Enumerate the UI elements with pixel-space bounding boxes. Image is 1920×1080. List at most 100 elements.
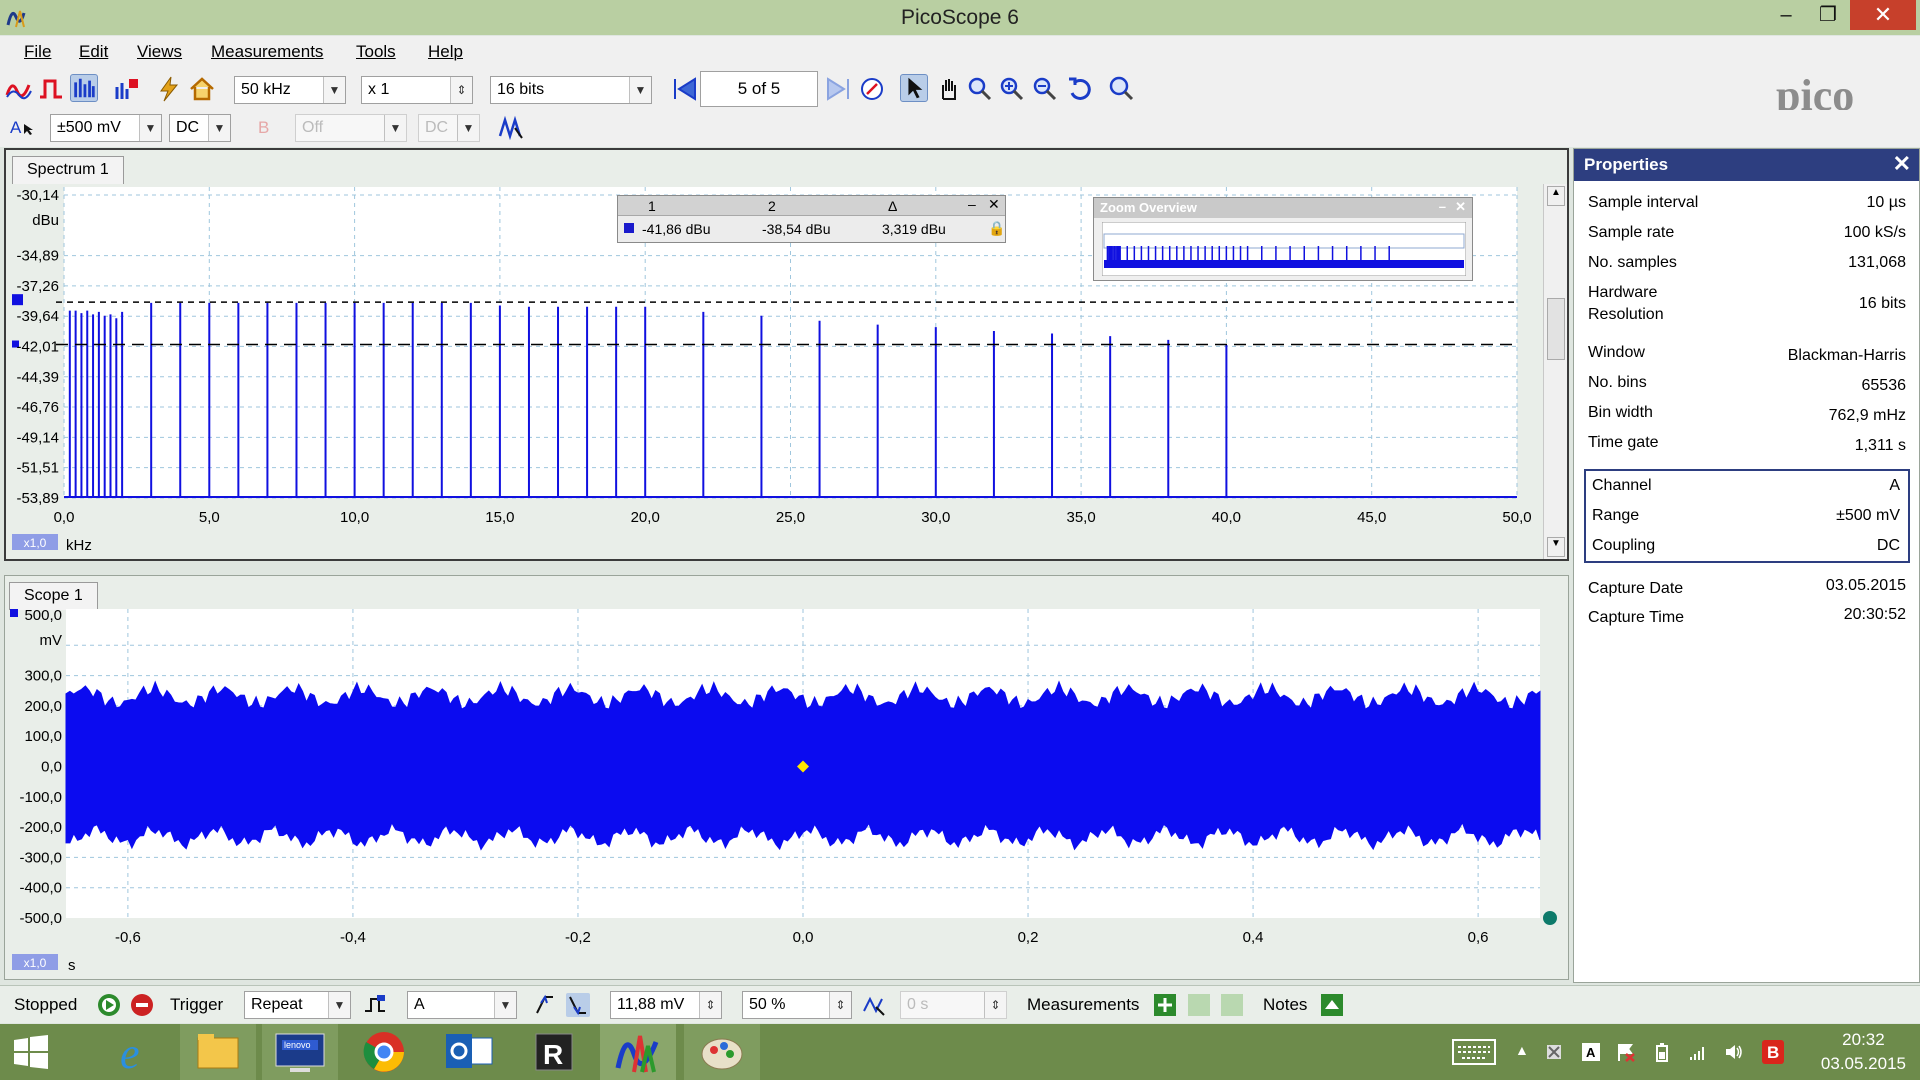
- picoscope-taskbar-icon[interactable]: [600, 1024, 676, 1080]
- signal-generator-icon[interactable]: [155, 75, 183, 103]
- channel-b-label[interactable]: B: [258, 118, 269, 138]
- channel-a-label[interactable]: A: [10, 118, 21, 138]
- chevron-up-icon[interactable]: ▲: [1515, 1042, 1535, 1062]
- stop-capture-icon[interactable]: [130, 993, 154, 1017]
- start-capture-icon[interactable]: [97, 993, 121, 1017]
- zoom-100-icon[interactable]: [1108, 75, 1136, 103]
- zoom-in-icon[interactable]: [998, 75, 1026, 103]
- resolution-select[interactable]: 16 bits ▼: [490, 76, 652, 104]
- channel-a-options-icon[interactable]: [22, 122, 36, 136]
- channel-offset-handle[interactable]: [1543, 911, 1557, 925]
- buffer-overview-icon[interactable]: [858, 75, 886, 103]
- ruler-legend[interactable]: 1 2 Δ – ✕ -41,86 dBu -38,54 dBu 3,319 dB…: [617, 195, 1006, 243]
- edit-measurement-icon[interactable]: [1187, 993, 1211, 1017]
- x-tick-label: -0,2: [565, 929, 591, 946]
- scroll-down-icon[interactable]: ▼: [1547, 537, 1565, 557]
- channel-b-range-select[interactable]: Off ▼: [295, 114, 407, 142]
- timebase-select[interactable]: 50 kHz ▼: [234, 76, 346, 104]
- buffer-navigator[interactable]: 5 of 5: [700, 71, 818, 107]
- undo-zoom-icon[interactable]: [1066, 75, 1094, 103]
- lenovo-app-icon[interactable]: lenovo: [262, 1024, 338, 1080]
- menu-tools[interactable]: Tools: [356, 42, 396, 62]
- advanced-trigger-icon[interactable]: [363, 993, 387, 1017]
- minimize-button[interactable]: –: [1763, 0, 1809, 30]
- zoom-overview[interactable]: Zoom Overview – ✕: [1093, 197, 1473, 281]
- zoom-out-icon[interactable]: [1031, 75, 1059, 103]
- volume-icon[interactable]: [1724, 1042, 1744, 1062]
- y-tick-label: -500,0: [19, 910, 62, 927]
- channel-a-range-select[interactable]: ±500 mV ▼: [50, 114, 162, 142]
- outlook-icon[interactable]: [432, 1024, 508, 1080]
- scope-mode-icon[interactable]: [5, 75, 33, 103]
- multiplier-stepper[interactable]: x 1 ⇕: [361, 76, 473, 104]
- close-icon[interactable]: ✕: [1455, 199, 1466, 215]
- trigger-threshold-stepper[interactable]: 11,88 mV ⇕: [610, 991, 722, 1019]
- delete-measurement-icon[interactable]: [1220, 993, 1244, 1017]
- close-button[interactable]: ✕: [1850, 0, 1916, 30]
- y-tick-label: -44,39: [16, 369, 59, 386]
- spectrum-mode-icon[interactable]: [70, 74, 98, 102]
- language-indicator-icon[interactable]: A: [1581, 1042, 1601, 1062]
- minimize-icon[interactable]: –: [968, 196, 976, 216]
- zoom-region-icon[interactable]: [966, 75, 994, 103]
- property-value: Blackman-Harris: [1787, 347, 1906, 364]
- trigger-delay-stepper[interactable]: 0 s ⇕: [900, 991, 1007, 1019]
- trigger-channel-select[interactable]: A ▼: [407, 991, 517, 1019]
- math-channels-icon[interactable]: [497, 114, 525, 142]
- ruler-1-handle[interactable]: [12, 294, 23, 306]
- y-tick-label: 200,0: [24, 698, 62, 715]
- network-share-icon[interactable]: [1544, 1042, 1564, 1062]
- wifi-signal-icon[interactable]: [1688, 1042, 1708, 1062]
- add-measurement-icon[interactable]: [1153, 993, 1177, 1017]
- menu-help[interactable]: Help: [428, 42, 463, 62]
- scroll-up-icon[interactable]: ▲: [1547, 186, 1565, 206]
- close-icon[interactable]: ✕: [1893, 151, 1911, 177]
- file-explorer-icon[interactable]: [180, 1024, 256, 1080]
- trigger-mode-select[interactable]: Repeat ▼: [244, 991, 351, 1019]
- next-buffer-icon[interactable]: [824, 75, 852, 103]
- chrome-icon[interactable]: [346, 1024, 422, 1080]
- channel-b-coupling-select[interactable]: DC ▼: [418, 114, 480, 142]
- windows-start-icon[interactable]: [0, 1024, 62, 1080]
- spectrum-vertical-scrollbar[interactable]: ▲ ▼: [1543, 184, 1567, 559]
- x-tick-label: 20,0: [631, 509, 660, 526]
- menu-file[interactable]: File: [24, 42, 51, 62]
- add-view-icon[interactable]: [113, 75, 141, 103]
- property-key: Sample interval: [1588, 194, 1699, 211]
- x-tick-label: 35,0: [1066, 509, 1095, 526]
- maximize-button[interactable]: ❐: [1805, 0, 1851, 30]
- resolution-value: 16 bits: [497, 81, 545, 98]
- touch-keyboard-icon[interactable]: [1452, 1039, 1496, 1065]
- menu-views[interactable]: Views: [137, 42, 182, 62]
- menu-measurements[interactable]: Measurements: [211, 42, 323, 62]
- scope-chart[interactable]: 500,0 300,0 200,0 100,0 0,0 -100,0 -200,0 -300,…: [4, 575, 1564, 980]
- persistence-mode-icon[interactable]: [37, 75, 65, 103]
- falling-edge-icon[interactable]: [566, 993, 590, 1017]
- minimize-icon[interactable]: –: [1439, 199, 1446, 214]
- paint-icon[interactable]: [684, 1024, 760, 1080]
- channel-a-coupling-select[interactable]: DC ▼: [169, 114, 231, 142]
- hand-tool-icon[interactable]: [934, 75, 962, 103]
- internet-explorer-icon[interactable]: e: [100, 1024, 176, 1080]
- battery-icon[interactable]: [1652, 1042, 1672, 1062]
- action-center-flag-icon[interactable]: [1616, 1042, 1636, 1062]
- pre-trigger-stepper[interactable]: 50 % ⇕: [742, 991, 852, 1019]
- close-icon[interactable]: ✕: [988, 196, 1000, 216]
- pointer-tool-icon[interactable]: [900, 74, 928, 102]
- scroll-thumb[interactable]: [1547, 298, 1565, 360]
- rising-edge-icon[interactable]: [533, 993, 557, 1017]
- lock-icon[interactable]: 🔒: [988, 220, 1005, 240]
- y-tick-label: 100,0: [24, 728, 62, 745]
- notes-toggle-icon[interactable]: [1320, 993, 1344, 1017]
- post-trigger-alarm-icon[interactable]: [862, 993, 886, 1017]
- home-icon[interactable]: [188, 75, 216, 103]
- menu-edit[interactable]: Edit: [79, 42, 108, 62]
- b-app-tray-icon[interactable]: B: [1762, 1040, 1784, 1064]
- y-tick-label: -200,0: [19, 819, 62, 836]
- system-clock[interactable]: 20:32 03.05.2015: [1821, 1028, 1906, 1076]
- r-app-icon[interactable]: R: [516, 1024, 592, 1080]
- channel-a-scale-marker[interactable]: [10, 609, 18, 617]
- previous-buffer-icon[interactable]: [671, 75, 699, 103]
- y-tick-label: -46,76: [16, 399, 59, 416]
- property-key: Capture Date: [1588, 580, 1684, 597]
